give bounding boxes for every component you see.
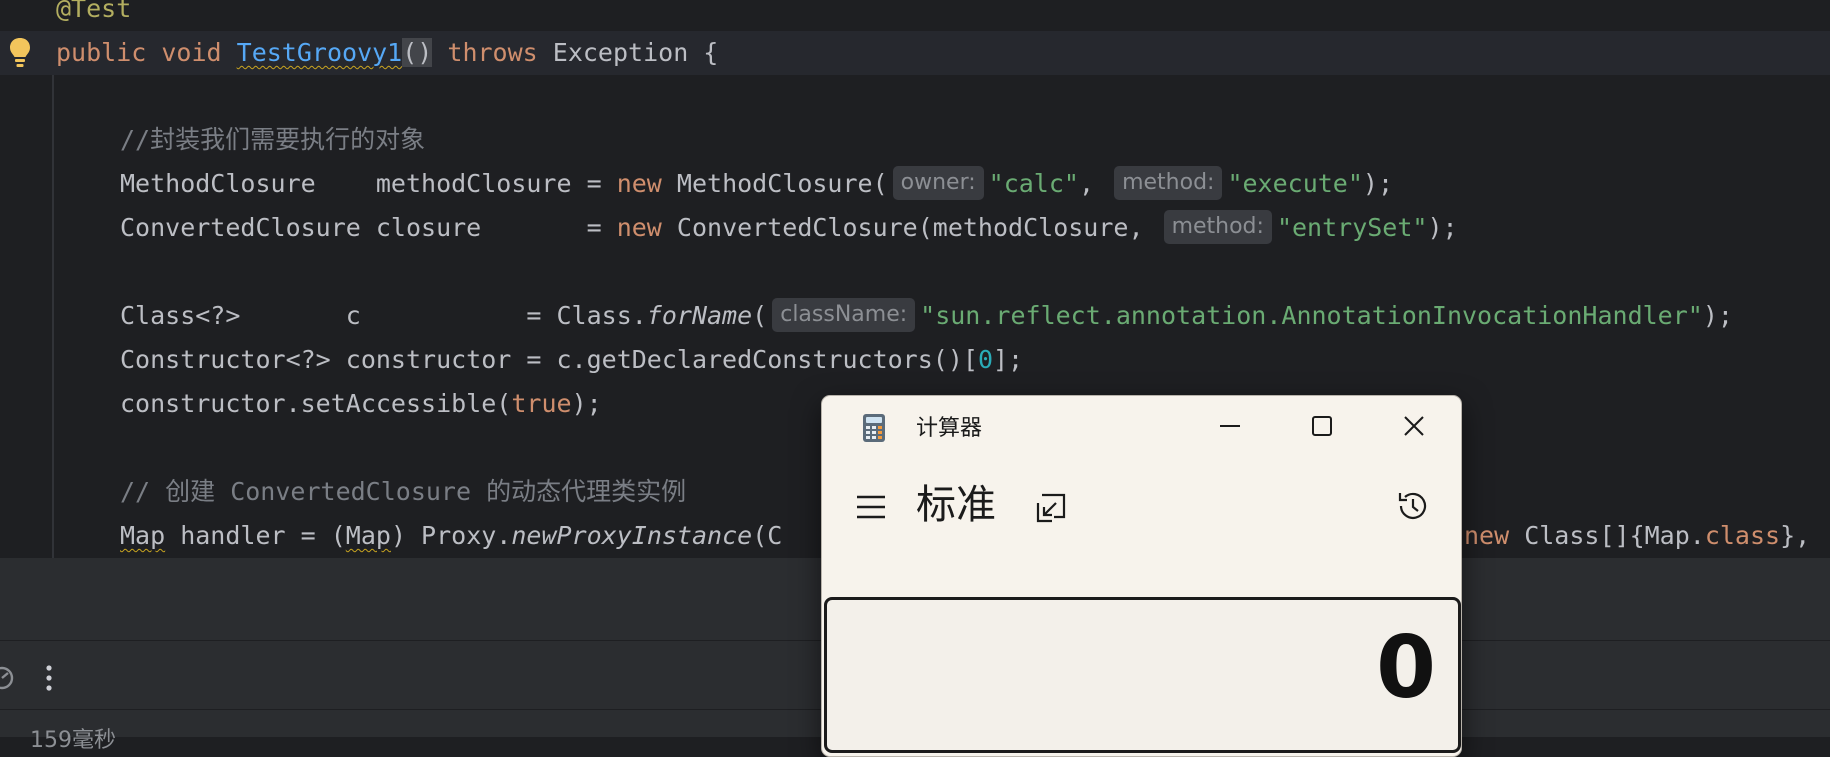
comment-text: //封装我们需要执行的对象 bbox=[120, 125, 426, 154]
code-text: ); bbox=[1427, 213, 1458, 242]
type-map-cast: Map bbox=[345, 521, 391, 550]
comment-text: // 创建 ConvertedClosure 的动态代理类实例 bbox=[120, 477, 687, 506]
method-name[interactable]: TestGroovy1 bbox=[237, 38, 403, 67]
string-literal: "sun.reflect.annotation.AnnotationInvoca… bbox=[920, 301, 1703, 330]
code-text: (C bbox=[752, 521, 783, 550]
more-vertical-icon[interactable] bbox=[38, 660, 60, 696]
code-line-class-forname[interactable]: Class<?> c = Class.forName(className: "su… bbox=[0, 294, 1830, 338]
keyword-new: new bbox=[616, 213, 662, 242]
exception-type: Exception { bbox=[552, 38, 719, 67]
display-value: 0 bbox=[1376, 618, 1436, 718]
close-icon bbox=[1404, 416, 1424, 436]
code-text: Class<?> c = Class. bbox=[120, 301, 647, 330]
code-text: , bbox=[1078, 169, 1110, 198]
method-forname: forName bbox=[646, 301, 753, 330]
calculator-mode-label: 标准 bbox=[916, 482, 996, 528]
code-line-method-closure[interactable]: MethodClosure methodClosure = new Method… bbox=[0, 162, 1830, 206]
code-text: ); bbox=[1362, 169, 1394, 198]
code-text: Class[]{Map. bbox=[1509, 521, 1705, 550]
code-text: ); bbox=[1702, 301, 1733, 330]
execution-time-text: 159毫秒 bbox=[30, 728, 116, 753]
calculator-window[interactable]: 计算器 标准 0 bbox=[821, 395, 1462, 757]
maximize-icon bbox=[1312, 416, 1332, 436]
code-text: ]; bbox=[993, 345, 1024, 374]
param-hint-classname: className: bbox=[772, 298, 916, 332]
string-literal: "entrySet" bbox=[1276, 213, 1428, 242]
method-newproxyinstance: newProxyInstance bbox=[511, 521, 753, 550]
code-line-constructor[interactable]: Constructor<?> constructor = c.getDeclar… bbox=[0, 338, 1830, 382]
method-parens: () bbox=[402, 38, 433, 67]
hamburger-menu-icon[interactable] bbox=[855, 492, 887, 522]
keep-on-top-icon[interactable] bbox=[1034, 491, 1068, 525]
keyword-class: class bbox=[1704, 521, 1781, 550]
keyword-new: new bbox=[1464, 521, 1510, 550]
param-hint-method: method: bbox=[1114, 166, 1223, 200]
minimize-button[interactable] bbox=[1184, 396, 1276, 456]
calculator-app-icon bbox=[860, 413, 888, 443]
param-hint-owner: owner: bbox=[892, 166, 984, 200]
keyword-throws: throws bbox=[447, 38, 538, 67]
lightbulb-icon[interactable] bbox=[8, 36, 32, 70]
code-text: ( bbox=[752, 301, 768, 330]
calculator-display: 0 bbox=[824, 597, 1461, 753]
code-text: handler = ( bbox=[165, 521, 346, 550]
window-title: 计算器 bbox=[916, 416, 983, 441]
type-map: Map bbox=[120, 521, 166, 550]
string-literal: "calc" bbox=[988, 169, 1079, 198]
code-text: MethodClosure( bbox=[661, 169, 888, 198]
annotation-text: @Test bbox=[56, 0, 132, 23]
minimize-icon bbox=[1220, 425, 1240, 427]
code-text: constructor.setAccessible( bbox=[120, 389, 512, 418]
history-icon[interactable] bbox=[1395, 488, 1431, 524]
string-literal: "execute" bbox=[1227, 169, 1363, 198]
keyword-void: void bbox=[161, 38, 222, 67]
keyword-new: new bbox=[616, 169, 662, 198]
code-line-method-signature[interactable]: public void TestGroovy1() throws Excepti… bbox=[0, 31, 1830, 75]
keyword-public: public bbox=[56, 38, 147, 67]
code-line-comment[interactable]: //封装我们需要执行的对象 bbox=[0, 118, 1830, 162]
code-line-converted-closure[interactable]: ConvertedClosure closure = new Converted… bbox=[0, 206, 1830, 250]
code-text: MethodClosure methodClosure = bbox=[120, 169, 617, 198]
code-text: Constructor<?> constructor = c.getDeclar… bbox=[120, 345, 978, 374]
code-text: ); bbox=[571, 389, 602, 418]
number-literal: 0 bbox=[977, 345, 993, 374]
maximize-button[interactable] bbox=[1276, 396, 1368, 456]
code-text: ConvertedClosure(methodClosure, bbox=[661, 213, 1159, 242]
close-button[interactable] bbox=[1368, 396, 1460, 456]
code-line-annotation[interactable]: @Test bbox=[0, 0, 1830, 31]
param-hint-method: method: bbox=[1163, 210, 1272, 244]
code-text: }, bbox=[1780, 521, 1811, 550]
code-text: ) Proxy. bbox=[390, 521, 512, 550]
keyword-true: true bbox=[511, 389, 572, 418]
code-text: ConvertedClosure closure = bbox=[120, 213, 617, 242]
run-status-icon[interactable] bbox=[0, 664, 16, 692]
